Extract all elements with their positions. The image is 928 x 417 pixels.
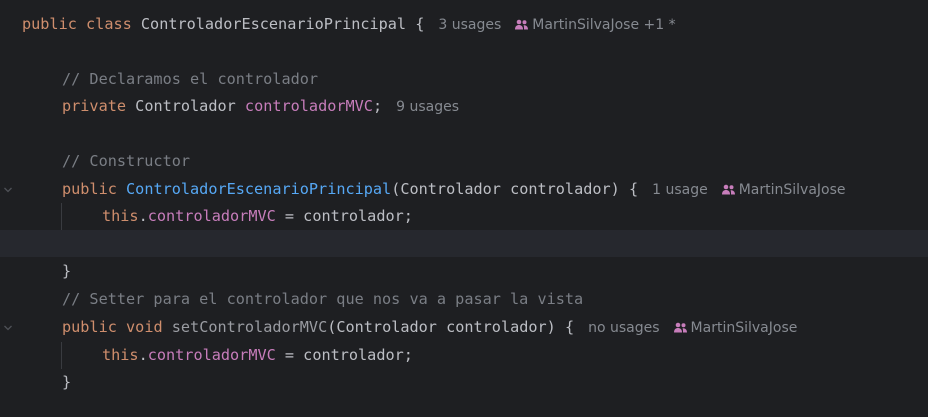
chevron-down-icon[interactable] xyxy=(3,185,13,195)
author-hint[interactable]: MartinSilvaJose xyxy=(673,320,798,336)
usages-hint[interactable]: no usages xyxy=(588,320,659,336)
code-line-comment[interactable]: // Declaramos el controlador xyxy=(0,66,928,93)
code-editor[interactable]: public class ControladorEscenarioPrincip… xyxy=(0,0,928,417)
method-name[interactable]: setControladorMVC xyxy=(172,318,327,336)
code-line-comment[interactable]: // Setter para el controlador que nos va… xyxy=(0,286,928,313)
constructor-params: (Controlador controlador) { xyxy=(391,180,639,198)
keyword-this: this xyxy=(102,346,139,364)
assignment-rest: = controlador; xyxy=(275,207,413,225)
method-params: (Controlador controlador) { xyxy=(327,318,575,336)
usages-hint[interactable]: 1 usage xyxy=(652,182,708,198)
constructor-name[interactable]: ControladorEscenarioPrincipal xyxy=(126,180,391,198)
close-brace: } xyxy=(62,262,72,280)
code-line-class-declaration[interactable]: public class ControladorEscenarioPrincip… xyxy=(0,11,928,38)
keyword-private: private xyxy=(62,97,127,115)
comment-text: // Constructor xyxy=(62,152,191,170)
code-line-field-declaration[interactable]: private Controlador controladorMVC; 9 usa… xyxy=(0,93,928,120)
code-line-assignment[interactable]: this.controladorMVC = controlador; xyxy=(0,203,928,230)
comment-text: // Declaramos el controlador xyxy=(62,70,319,88)
keyword-this: this xyxy=(102,207,139,225)
assignment-rest: = controlador; xyxy=(275,346,413,364)
field-name[interactable]: controladorMVC xyxy=(148,207,276,225)
keyword-public: public xyxy=(62,318,117,336)
author-name: MartinSilvaJose +1 * xyxy=(532,17,676,33)
keyword-public: public xyxy=(62,180,117,198)
field-name[interactable]: controladorMVC xyxy=(148,346,276,364)
code-line-closing-brace[interactable]: } xyxy=(0,258,928,285)
class-name[interactable]: ControladorEscenarioPrincipal xyxy=(141,15,406,33)
usages-hint[interactable]: 9 usages xyxy=(396,99,459,115)
author-hint[interactable]: MartinSilvaJose +1 * xyxy=(515,17,676,33)
open-brace: { xyxy=(406,15,425,33)
code-line-assignment[interactable]: this.controladorMVC = controlador; xyxy=(0,342,928,369)
keyword-class: class xyxy=(86,15,132,33)
field-name[interactable]: controladorMVC xyxy=(245,97,373,115)
comment-text: // Setter para el controlador que nos va… xyxy=(62,290,584,308)
dot: . xyxy=(138,207,148,225)
keyword-public: public xyxy=(22,15,77,33)
semicolon: ; xyxy=(372,97,383,115)
people-icon xyxy=(673,322,687,333)
code-line-comment[interactable]: // Constructor xyxy=(0,148,928,175)
type-name[interactable]: Controlador xyxy=(135,97,236,115)
dot: . xyxy=(138,346,148,364)
people-icon xyxy=(515,19,529,30)
keyword-void: void xyxy=(126,318,163,336)
author-name: MartinSilvaJose xyxy=(738,182,846,198)
code-line-setter[interactable]: public void setControladorMVC(Controlado… xyxy=(0,314,928,341)
close-brace: } xyxy=(62,373,72,391)
current-line-highlight[interactable] xyxy=(0,230,928,257)
code-line-constructor[interactable]: public ControladorEscenarioPrincipal(Con… xyxy=(0,176,928,203)
code-line-closing-brace[interactable]: } xyxy=(0,369,928,396)
people-icon xyxy=(721,184,735,195)
usages-hint[interactable]: 3 usages xyxy=(438,17,501,33)
chevron-down-icon[interactable] xyxy=(3,323,13,333)
author-name: MartinSilvaJose xyxy=(690,320,798,336)
author-hint[interactable]: MartinSilvaJose xyxy=(721,182,846,198)
